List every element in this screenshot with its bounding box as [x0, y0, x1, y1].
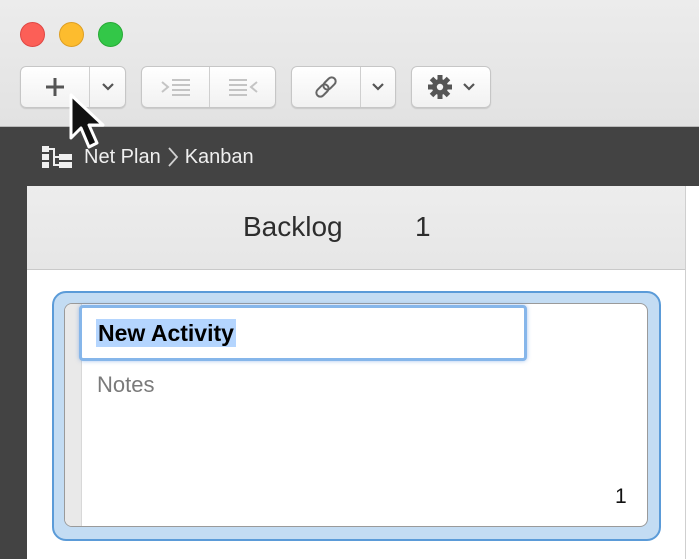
settings-button-group	[411, 66, 491, 108]
column-count: 1	[415, 211, 431, 242]
indent-icon	[160, 79, 190, 96]
column-title: Backlog	[243, 211, 343, 242]
link-button[interactable]	[292, 67, 360, 107]
close-window-button[interactable]	[20, 22, 45, 47]
link-button-group	[291, 66, 396, 108]
paperclip-link-icon	[315, 76, 337, 98]
column-divider	[685, 186, 686, 559]
activity-title-field[interactable]: New Activity	[79, 305, 527, 361]
card-count: 1	[615, 485, 627, 508]
plus-icon	[46, 78, 64, 96]
gear-icon	[428, 75, 452, 99]
settings-menu-button[interactable]	[412, 67, 490, 107]
notes-field[interactable]: Notes	[97, 372, 154, 398]
activity-title-text: New Activity	[96, 319, 236, 347]
chevron-down-icon	[101, 83, 114, 91]
chevron-right-icon	[167, 146, 179, 168]
indent-button[interactable]	[142, 67, 209, 107]
indent-button-group	[141, 66, 276, 108]
mouse-cursor-icon	[69, 93, 105, 149]
link-menu-button[interactable]	[360, 67, 395, 107]
outdent-icon	[228, 79, 258, 96]
outdent-button[interactable]	[209, 67, 275, 107]
breadcrumb-item-kanban[interactable]: Kanban	[185, 146, 254, 169]
chevron-down-icon	[463, 83, 475, 91]
minimize-window-button[interactable]	[59, 22, 84, 47]
chevron-down-icon	[372, 83, 384, 91]
maximize-window-button[interactable]	[98, 22, 123, 47]
column-header-backlog[interactable]: Backlog 1	[27, 186, 685, 270]
